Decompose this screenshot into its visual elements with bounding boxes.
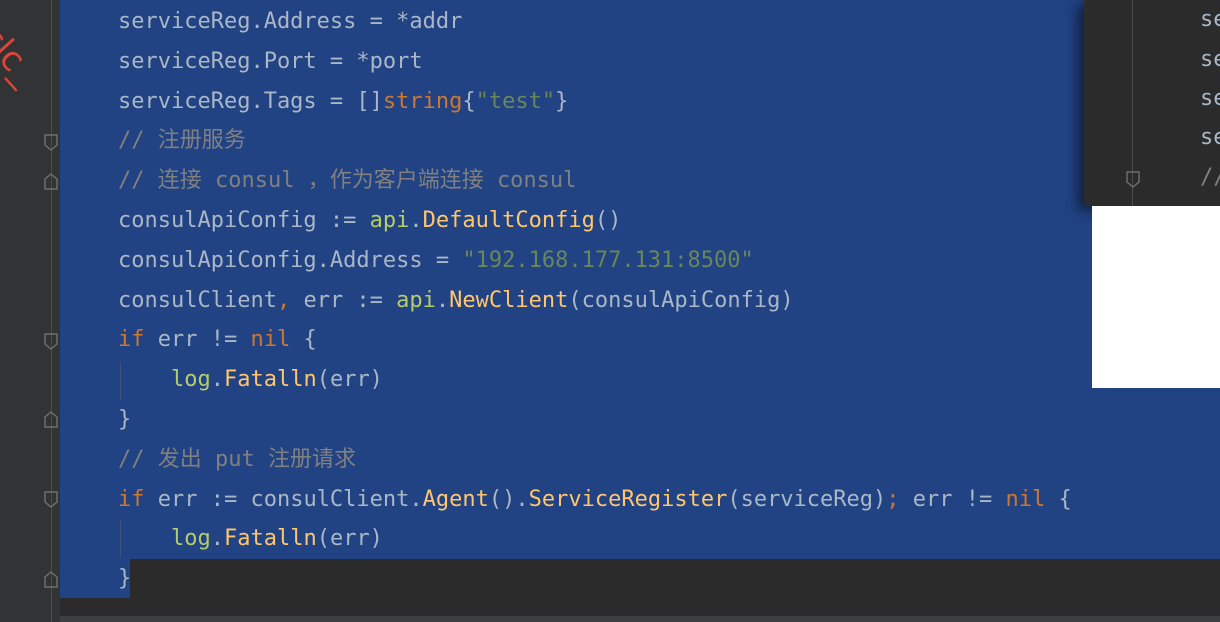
code-token: DefaultConfig bbox=[422, 208, 595, 233]
code-token: Fatalln bbox=[223, 526, 317, 552]
code-token: () bbox=[594, 208, 622, 233]
code-token: ServiceRegister bbox=[528, 486, 728, 512]
fold-marker-icon[interactable] bbox=[43, 410, 59, 428]
code-editor[interactable]: clc_ serviceReg.Address = *addr serviceRe… bbox=[0, 0, 1220, 622]
fold-marker-icon[interactable] bbox=[1125, 171, 1141, 189]
horizontal-scrollbar[interactable] bbox=[60, 616, 1220, 622]
code-token: nil bbox=[1005, 486, 1046, 512]
fold-marker-icon[interactable] bbox=[43, 134, 59, 152]
code-token: Fatalln bbox=[223, 367, 317, 393]
fold-marker-icon[interactable] bbox=[43, 491, 59, 509]
code-token: serviceReg.Port = *port bbox=[118, 48, 423, 74]
code-token: consulApiConfig.Address = bbox=[118, 247, 463, 273]
code-token: err != bbox=[144, 327, 251, 353]
code-token: . bbox=[210, 367, 224, 393]
popup-code-line: se bbox=[1200, 7, 1220, 32]
code-line[interactable]: consulApiConfig := api.DefaultConfig() bbox=[118, 201, 621, 241]
code-line[interactable]: log.Fatalln(err) bbox=[118, 519, 383, 559]
code-line[interactable]: serviceReg.Tags = []string{"test"} bbox=[118, 82, 568, 122]
code-token: ; bbox=[886, 486, 900, 512]
code-token: // 连接 consul ，作为客户端连接 consul bbox=[118, 168, 577, 194]
code-line[interactable]: if err := consulClient.Agent().ServiceRe… bbox=[118, 480, 1072, 520]
code-token: string bbox=[382, 88, 463, 114]
code-token: { bbox=[462, 88, 476, 114]
code-line[interactable]: consulApiConfig.Address = "192.168.177.1… bbox=[118, 241, 754, 281]
code-token: log bbox=[170, 526, 211, 552]
code-token: nil bbox=[250, 327, 291, 353]
code-token: err := consulClient. bbox=[144, 486, 423, 512]
code-token: serviceReg.Tags = [] bbox=[118, 88, 383, 114]
code-token: , bbox=[276, 287, 291, 313]
code-line[interactable]: // 注册服务 bbox=[118, 121, 246, 161]
popup-code-line: se bbox=[1200, 47, 1220, 72]
fold-marker-icon[interactable] bbox=[43, 333, 59, 351]
code-line[interactable]: consulClient, err := api.NewClient(consu… bbox=[118, 281, 794, 321]
code-line[interactable]: serviceReg.Address = *addr bbox=[118, 2, 462, 42]
fold-marker-icon[interactable] bbox=[43, 172, 59, 190]
code-token: // 注册服务 bbox=[118, 128, 246, 154]
code-token: // 发出 put 注册请求 bbox=[118, 446, 356, 472]
code-token: { bbox=[1045, 486, 1072, 512]
code-token: log bbox=[170, 367, 211, 393]
code-token: . bbox=[409, 208, 423, 233]
code-token: consulClient bbox=[118, 287, 277, 313]
code-token: (serviceReg) bbox=[727, 486, 887, 512]
code-token: } bbox=[118, 407, 132, 432]
code-line[interactable]: } bbox=[118, 400, 131, 440]
code-token: if bbox=[118, 486, 145, 512]
code-line[interactable]: // 发出 put 注册请求 bbox=[118, 440, 356, 480]
code-token: . bbox=[435, 287, 450, 313]
code-token: . bbox=[210, 526, 224, 552]
code-token: (err) bbox=[316, 367, 383, 393]
code-line[interactable]: serviceReg.Port = *port bbox=[118, 42, 423, 82]
popup-code-line: // bbox=[1200, 165, 1220, 190]
code-token: if bbox=[118, 327, 145, 353]
code-line[interactable]: log.Fatalln(err) bbox=[118, 360, 383, 400]
code-token: (err) bbox=[316, 526, 383, 552]
code-token: (). bbox=[488, 486, 529, 512]
code-token: } bbox=[555, 88, 569, 114]
overlay-code-window[interactable]: se se se se // bbox=[1084, 0, 1220, 206]
code-token: serviceReg.Address = *addr bbox=[118, 9, 463, 34]
gutter-divider bbox=[51, 0, 52, 622]
code-token: api bbox=[396, 287, 436, 313]
code-line[interactable]: if err != nil { bbox=[118, 320, 317, 360]
blank-panel bbox=[1092, 206, 1220, 388]
code-token: "192.168.177.131:8500" bbox=[462, 247, 754, 273]
code-token: err != bbox=[899, 486, 1006, 512]
code-token: err := bbox=[290, 287, 397, 313]
popup-code-line: se bbox=[1200, 125, 1220, 150]
code-line[interactable]: // 连接 consul ，作为客户端连接 consul bbox=[118, 161, 576, 201]
code-token: consulApiConfig := bbox=[118, 208, 370, 233]
code-token: Agent bbox=[422, 486, 489, 512]
popup-code-line: se bbox=[1200, 86, 1220, 111]
code-token: api bbox=[369, 208, 410, 233]
code-token: NewClient bbox=[449, 287, 569, 313]
code-token: { bbox=[290, 327, 317, 353]
code-line[interactable]: } bbox=[118, 559, 131, 599]
code-token: } bbox=[118, 566, 132, 592]
fold-marker-icon[interactable] bbox=[43, 570, 59, 588]
code-token: (consulApiConfig) bbox=[568, 287, 794, 313]
code-token: "test" bbox=[475, 88, 556, 114]
